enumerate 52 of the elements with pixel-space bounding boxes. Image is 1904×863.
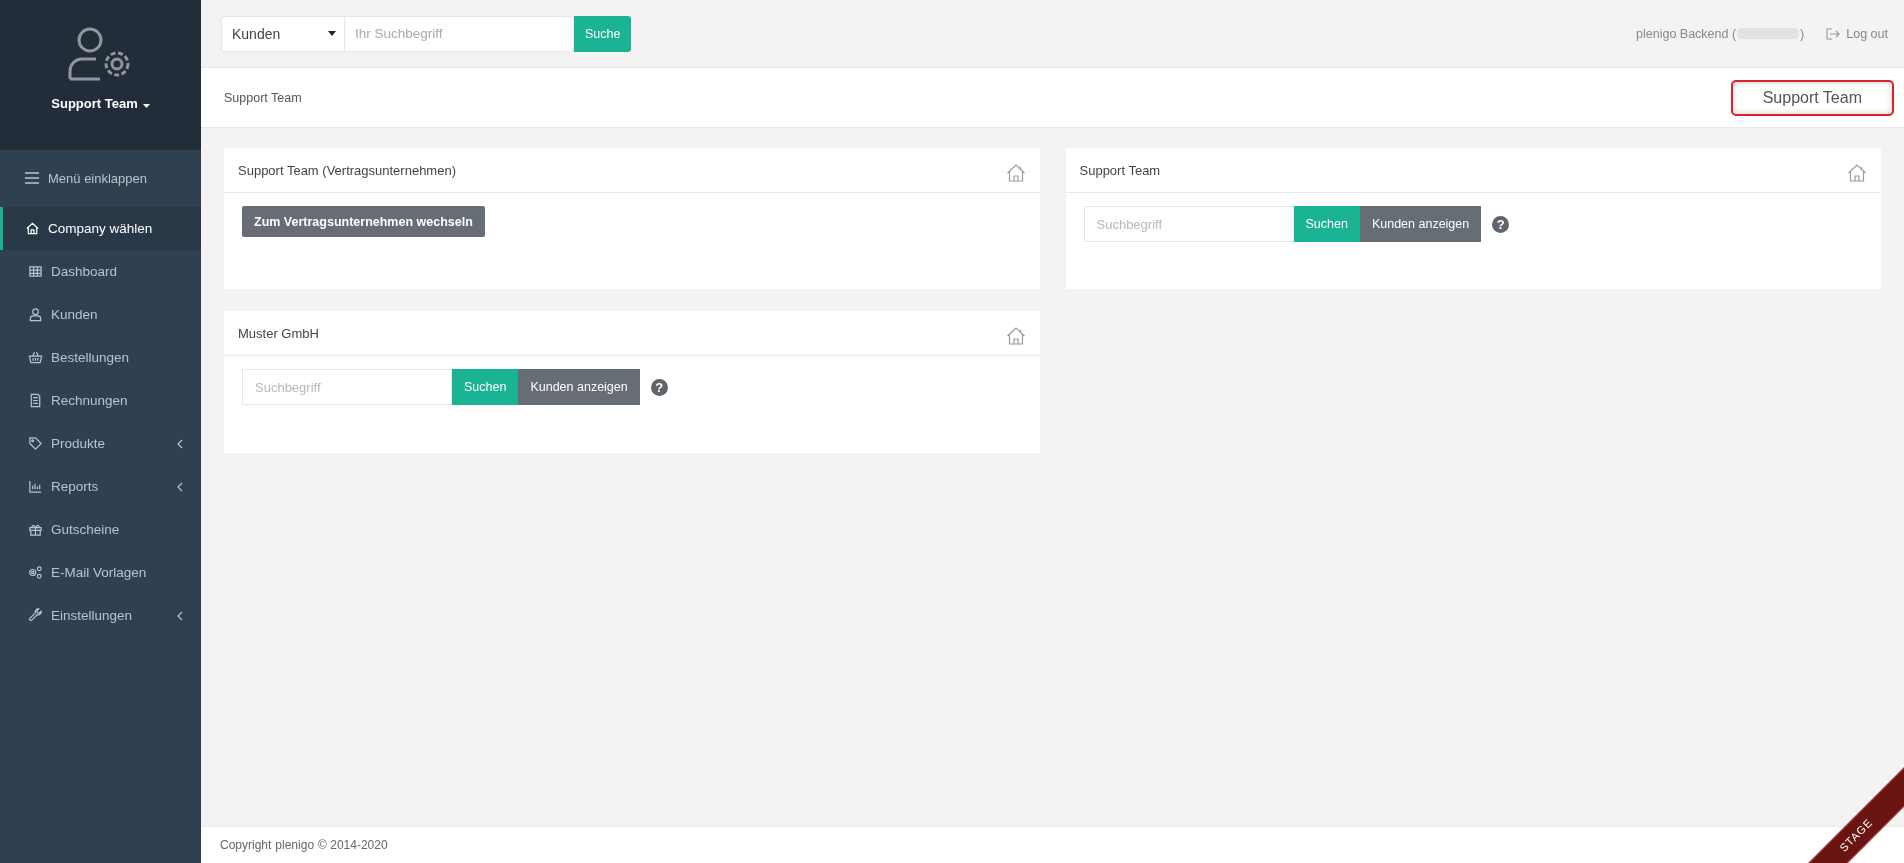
help-icon[interactable]: ? <box>650 378 668 396</box>
user-label-end: ) <box>1800 26 1805 41</box>
collapse-menu-button[interactable]: Menü einklappen <box>0 150 201 206</box>
search-field[interactable]: Ihr Suchbegriff <box>345 15 574 52</box>
sidebar-item[interactable]: Dashboard <box>0 250 201 293</box>
logout-link[interactable]: Log out <box>1820 25 1894 42</box>
bar-chart-icon <box>28 479 43 494</box>
help-icon[interactable]: ? <box>1492 215 1510 233</box>
brand-link[interactable]: plenigo <box>275 838 315 852</box>
search-field[interactable]: Suchbegriff <box>242 369 452 405</box>
search-field[interactable]: Suchbegriff <box>1083 206 1294 242</box>
show-customers-button[interactable]: Kunden anzeigen <box>1359 206 1482 242</box>
card-title: Muster GmbH <box>238 325 319 341</box>
sidebar-item[interactable]: Kunden <box>0 293 201 336</box>
sidebar-item[interactable]: Rechnungen <box>0 379 201 422</box>
menu-icon <box>25 172 39 184</box>
chevron-left-icon <box>176 610 183 621</box>
caret-icon <box>328 31 336 36</box>
sidebar-item[interactable]: Bestellungen <box>0 336 201 379</box>
sidebar-item[interactable]: Einstellungen <box>0 594 201 637</box>
sidebar-item[interactable]: E-Mail Vorlagen <box>0 551 201 594</box>
breadcrumb: Support Team <box>224 90 302 105</box>
chevron-left-icon <box>176 438 183 449</box>
gears-icon <box>28 565 43 580</box>
switch-company-button[interactable]: Zum Vertragsunternehmen wechseln <box>242 206 485 237</box>
home-icon <box>25 221 40 236</box>
sidebar-item[interactable]: Company wählen <box>0 207 201 250</box>
chevron-left-icon <box>176 481 183 492</box>
card-title: Support Team (Vertragsunternehmen) <box>238 162 456 178</box>
grid-icon <box>28 264 43 279</box>
card-title: Support Team <box>1079 162 1161 178</box>
copyright-text: Copyright <box>220 838 272 852</box>
company-badge: Support Team <box>1730 79 1894 116</box>
home-icon[interactable] <box>1847 163 1867 183</box>
logout-icon <box>1826 27 1841 40</box>
show-customers-button[interactable]: Kunden anzeigen <box>518 369 640 405</box>
document-icon <box>28 393 43 408</box>
sidebar-item[interactable]: Produkte <box>0 422 201 465</box>
home-icon[interactable] <box>1005 163 1026 183</box>
basket-icon <box>28 350 43 365</box>
caret-icon <box>142 104 150 108</box>
home-icon[interactable] <box>1005 326 1026 346</box>
sidebar-item[interactable]: Gutscheine <box>0 508 201 551</box>
search-scope-dropdown[interactable]: Kunden <box>221 15 345 52</box>
gift-icon <box>28 522 43 537</box>
user-icon <box>28 307 43 322</box>
wrench-icon <box>28 608 43 623</box>
tag-icon <box>28 436 43 451</box>
copyright-years: © 2014-2020 <box>318 838 388 852</box>
sidebar-item[interactable]: Reports <box>0 465 201 508</box>
user-label: plenigo Backend ( <box>1636 26 1737 41</box>
profile-dropdown[interactable]: Support Team <box>51 96 150 111</box>
